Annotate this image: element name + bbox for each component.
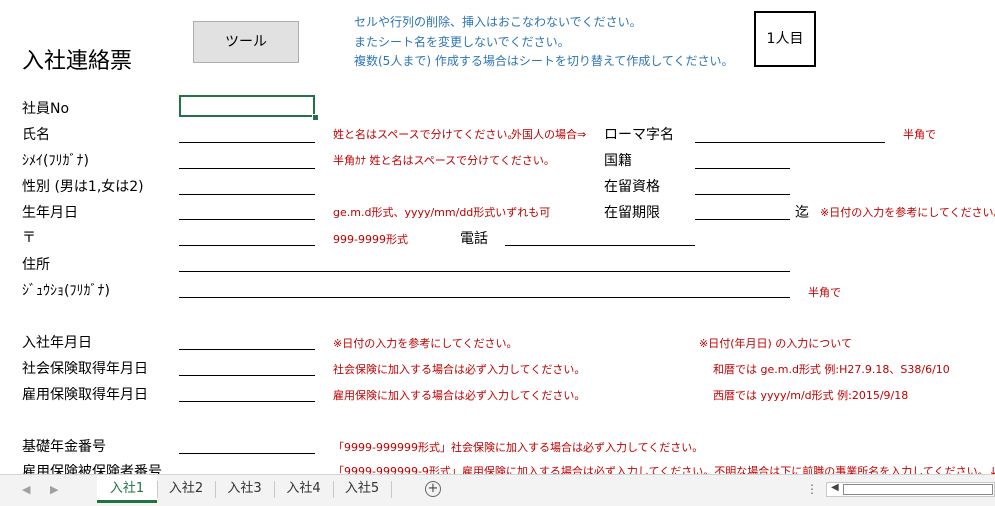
sheet-tab-4[interactable]: 入社4 xyxy=(274,475,333,503)
fill-handle[interactable] xyxy=(312,114,319,121)
scrollbar-thumb[interactable] xyxy=(843,484,993,495)
tool-button[interactable]: ツール xyxy=(193,21,299,63)
romaji-note: 半角で xyxy=(903,128,936,141)
tab-separator xyxy=(391,481,392,498)
sheet-tab-bar: ◀ ▶ 入社1 入社2 入社3 入社4 入社5 + ⋮ ◀ xyxy=(0,474,995,506)
social-ins-date-input[interactable] xyxy=(179,375,315,376)
kana-input[interactable] xyxy=(179,168,315,169)
period-note: ※日付の入力を参考にしてください。 xyxy=(820,206,995,219)
sheet-tab-5[interactable]: 入社5 xyxy=(333,475,391,503)
phone-label: 電話 xyxy=(460,231,488,247)
date-input-title: ※日付(年月日) の入力について xyxy=(699,337,852,350)
residence-period-input[interactable] xyxy=(695,219,790,220)
scroll-left-icon[interactable]: ◀ xyxy=(831,482,839,493)
pension-note: 「9999-999999形式」社会保険に加入する場合は必ず入力してください。 xyxy=(333,441,704,454)
gender-input[interactable] xyxy=(179,194,315,195)
residence-status-input[interactable] xyxy=(695,194,790,195)
birth-format-note: ge.m.d形式、yyyy/mm/dd形式いずれも可 xyxy=(333,206,551,219)
tab-split-handle-icon[interactable]: ⋮ xyxy=(806,482,818,496)
name-input[interactable] xyxy=(179,142,315,143)
instruction-line-1: セルや行列の削除、挿入はおこなわないでください。 xyxy=(354,15,642,29)
postal-format-note: 999-9999形式 xyxy=(333,233,408,246)
period-until-label: 迄 xyxy=(795,205,809,221)
employment-ins-date-label: 雇用保険取得年月日 xyxy=(22,387,148,403)
postal-label: 〒 xyxy=(22,230,36,246)
employee-no-input[interactable] xyxy=(179,95,315,117)
sheet-tab-3[interactable]: 入社3 xyxy=(215,475,274,503)
hire-date-label: 入社年月日 xyxy=(22,335,92,351)
hire-note: ※日付の入力を参考にしてください。 xyxy=(333,337,518,350)
kana-label: ｼﾒｲ(ﾌﾘｶﾞﾅ) xyxy=(22,153,89,169)
social-ins-date-label: 社会保険取得年月日 xyxy=(22,361,148,377)
romaji-input[interactable] xyxy=(695,142,885,143)
phone-input[interactable] xyxy=(505,245,695,246)
horizontal-scrollbar[interactable]: ◀ xyxy=(826,482,995,497)
name-note: 姓と名はスペースで分けてください。 xyxy=(333,128,519,141)
hire-date-input[interactable] xyxy=(179,349,315,350)
address-kana-label: ｼﾞｭｳｼｮ(ﾌﾘｶﾞﾅ) xyxy=(22,283,110,299)
employment-ins-note: 雇用保険に加入する場合は必ず入力してください。 xyxy=(333,389,586,402)
japanese-era-note: 和暦では ge.m.d形式 例:H27.9.18、S38/6/10 xyxy=(713,363,950,376)
prev-sheet-icon[interactable]: ◀ xyxy=(22,483,30,496)
social-ins-note: 社会保険に加入する場合は必ず入力してください。 xyxy=(333,363,586,376)
address-input[interactable] xyxy=(179,271,790,272)
employee-no-label: 社員No xyxy=(22,101,70,117)
name-label: 氏名 xyxy=(22,127,50,143)
nationality-input[interactable] xyxy=(695,168,790,169)
sheet-tab-1[interactable]: 入社1 xyxy=(97,475,157,503)
address-kana-input[interactable] xyxy=(179,297,790,298)
instruction-line-2: またシート名を変更しないでください。 xyxy=(354,35,570,49)
nationality-label: 国籍 xyxy=(604,153,632,169)
residence-period-label: 在留期限 xyxy=(604,205,660,221)
kana-note: 半角ｶﾅ 姓と名はスペースで分けてください。 xyxy=(333,154,555,167)
sheet-tab-2[interactable]: 入社2 xyxy=(157,475,215,503)
address-kana-note: 半角で xyxy=(808,286,841,299)
birthdate-label: 生年月日 xyxy=(22,205,78,221)
page-title: 入社連絡票 xyxy=(22,49,133,74)
person-count-box: 1人目 xyxy=(754,11,816,67)
gender-label: 性別 (男は1,女は2) xyxy=(22,179,144,195)
postal-input[interactable] xyxy=(179,245,315,246)
birthdate-input[interactable] xyxy=(179,219,315,220)
residence-status-label: 在留資格 xyxy=(604,179,660,195)
pension-no-input[interactable] xyxy=(179,453,315,454)
employment-ins-date-input[interactable] xyxy=(179,401,315,402)
address-label: 住所 xyxy=(22,257,50,273)
western-date-note: 西暦では yyyy/m/d形式 例:2015/9/18 xyxy=(713,389,909,402)
instruction-line-3: 複数(5人まで) 作成する場合はシートを切り替えて作成してください。 xyxy=(354,54,734,68)
foreigner-note: 外国人の場合⇒ xyxy=(511,128,587,141)
add-sheet-icon[interactable]: + xyxy=(425,481,441,497)
romaji-label: ローマ字名 xyxy=(604,127,674,143)
pension-no-label: 基礎年金番号 xyxy=(22,439,106,455)
next-sheet-icon[interactable]: ▶ xyxy=(50,483,58,496)
